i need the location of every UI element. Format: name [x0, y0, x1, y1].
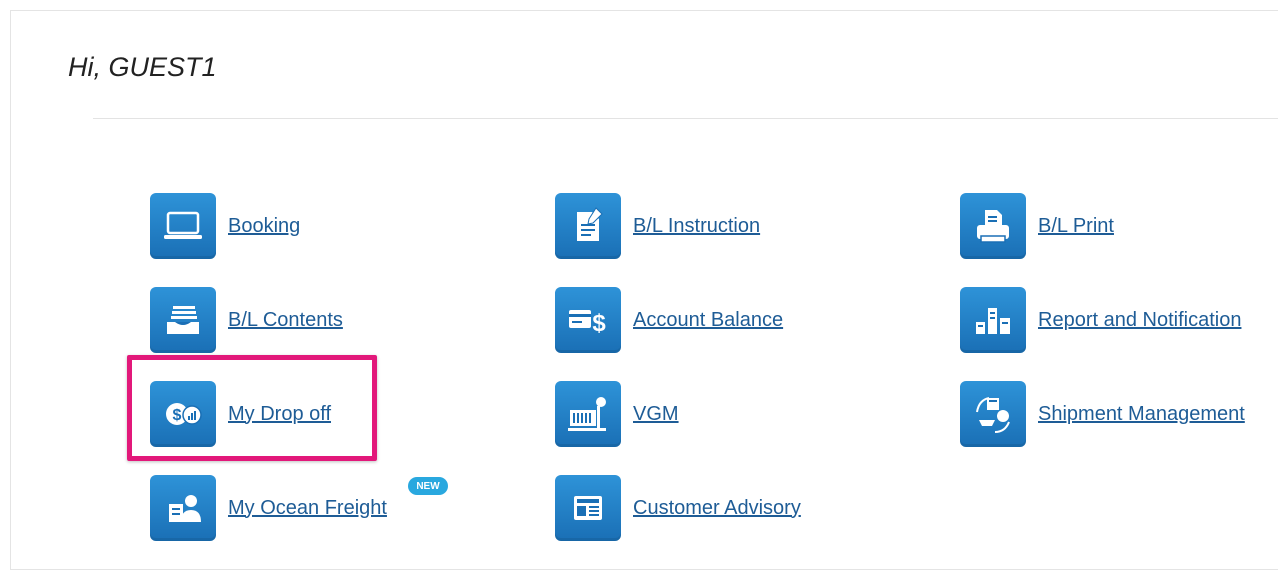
vgm-menu-item[interactable]: VGM — [555, 381, 679, 447]
person-freight-icon — [150, 475, 216, 541]
booking-menu-item[interactable]: Booking — [150, 193, 300, 259]
bl-contents-link[interactable]: B/L Contents — [228, 309, 343, 332]
highlight-box — [127, 355, 377, 461]
laptop-icon — [150, 193, 216, 259]
bl-instruction-menu-item[interactable]: B/L Instruction — [555, 193, 760, 259]
greeting-text: Hi, GUEST1 — [68, 52, 217, 82]
shipment-management-link[interactable]: Shipment Management — [1038, 403, 1245, 426]
report-notification-link[interactable]: Report and Notification — [1038, 309, 1241, 332]
customer-advisory-link[interactable]: Customer Advisory — [633, 497, 801, 520]
card-dollar-icon: $ — [555, 287, 621, 353]
bl-instruction-link[interactable]: B/L Instruction — [633, 215, 760, 238]
booking-link[interactable]: Booking — [228, 215, 300, 238]
printer-icon — [960, 193, 1026, 259]
newspaper-icon — [555, 475, 621, 541]
my-ocean-freight-menu-item[interactable]: My Ocean Freight — [150, 475, 387, 541]
bl-print-menu-item[interactable]: B/L Print — [960, 193, 1114, 259]
customer-advisory-menu-item[interactable]: Customer Advisory — [555, 475, 801, 541]
account-balance-menu-item[interactable]: $ Account Balance — [555, 287, 783, 353]
vgm-link[interactable]: VGM — [633, 403, 679, 426]
my-ocean-freight-link[interactable]: My Ocean Freight — [228, 497, 387, 520]
account-balance-link[interactable]: Account Balance — [633, 309, 783, 332]
report-notification-menu-item[interactable]: Report and Notification — [960, 287, 1241, 353]
new-badge: NEW — [408, 477, 448, 495]
shipment-cycle-icon — [960, 381, 1026, 447]
shipment-management-menu-item[interactable]: Shipment Management — [960, 381, 1245, 447]
bl-print-link[interactable]: B/L Print — [1038, 215, 1114, 238]
bl-contents-menu-item[interactable]: B/L Contents — [150, 287, 343, 353]
report-blocks-icon — [960, 287, 1026, 353]
divider — [93, 118, 1278, 119]
container-scale-icon — [555, 381, 621, 447]
document-pen-icon — [555, 193, 621, 259]
svg-text:$: $ — [592, 310, 606, 337]
paper-tray-icon — [150, 287, 216, 353]
